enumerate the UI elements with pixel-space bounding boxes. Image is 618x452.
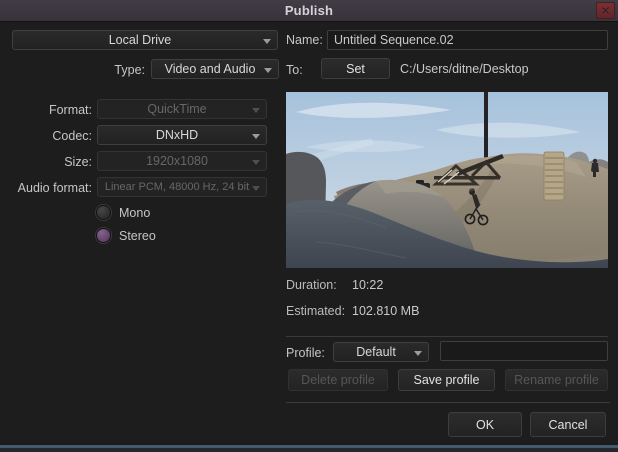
codec-value: DNxHD bbox=[98, 128, 266, 142]
codec-label: Codec: bbox=[10, 129, 92, 143]
radio-stereo[interactable]: Stereo bbox=[96, 228, 156, 243]
title-bar[interactable]: Publish ✕ bbox=[0, 0, 618, 22]
type-dropdown[interactable]: Video and Audio bbox=[151, 59, 279, 79]
close-icon[interactable]: ✕ bbox=[596, 2, 615, 19]
profile-section-divider bbox=[286, 336, 608, 337]
ok-button[interactable]: OK bbox=[448, 412, 522, 437]
destination-path: C:/Users/ditne/Desktop bbox=[400, 62, 529, 76]
background-window-surface bbox=[0, 448, 618, 452]
destination-value: Local Drive bbox=[13, 33, 277, 47]
to-label: To: bbox=[286, 63, 303, 77]
format-value: QuickTime bbox=[98, 102, 266, 116]
chevron-down-icon bbox=[252, 186, 260, 191]
type-value: Video and Audio bbox=[152, 62, 278, 76]
audio-format-value: Linear PCM, 48000 Hz, 24 bit bbox=[98, 181, 266, 193]
radio-button-icon bbox=[96, 228, 111, 243]
type-label: Type: bbox=[75, 63, 145, 77]
size-dropdown: 1920x1080 bbox=[97, 151, 267, 171]
audio-format-label: Audio format: bbox=[0, 181, 92, 195]
audio-format-dropdown: Linear PCM, 48000 Hz, 24 bit bbox=[97, 177, 267, 197]
chevron-down-icon bbox=[252, 160, 260, 165]
radio-mono[interactable]: Mono bbox=[96, 205, 150, 220]
name-label: Name: bbox=[286, 33, 323, 47]
save-profile-button[interactable]: Save profile bbox=[398, 369, 495, 391]
publish-dialog: Publish ✕ Local Drive Name: Type: Video … bbox=[0, 0, 618, 452]
set-button[interactable]: Set bbox=[321, 58, 390, 79]
delete-profile-button: Delete profile bbox=[288, 369, 388, 391]
chevron-down-icon bbox=[264, 68, 272, 73]
dialog-title: Publish bbox=[285, 3, 333, 18]
codec-dropdown[interactable]: DNxHD bbox=[97, 125, 267, 145]
rename-profile-button: Rename profile bbox=[505, 369, 608, 391]
name-input[interactable] bbox=[327, 30, 608, 50]
cancel-button[interactable]: Cancel bbox=[530, 412, 606, 437]
duration-value: 10:22 bbox=[352, 278, 383, 292]
profile-name-input[interactable] bbox=[440, 341, 608, 361]
estimated-value: 102.810 MB bbox=[352, 304, 419, 318]
radio-button-icon bbox=[96, 205, 111, 220]
size-label: Size: bbox=[10, 155, 92, 169]
mono-label: Mono bbox=[119, 206, 150, 220]
background-window-edge bbox=[0, 443, 618, 452]
format-label: Format: bbox=[10, 103, 92, 117]
video-preview bbox=[286, 92, 608, 268]
duration-label: Duration: bbox=[286, 278, 337, 292]
preview-image bbox=[286, 92, 608, 268]
chevron-down-icon bbox=[263, 39, 271, 44]
format-dropdown: QuickTime bbox=[97, 99, 267, 119]
destination-dropdown[interactable]: Local Drive bbox=[12, 30, 278, 50]
profile-label: Profile: bbox=[286, 346, 325, 360]
stereo-label: Stereo bbox=[119, 229, 156, 243]
chevron-down-icon bbox=[252, 134, 260, 139]
chevron-down-icon bbox=[252, 108, 260, 113]
size-value: 1920x1080 bbox=[98, 154, 266, 168]
actions-divider bbox=[286, 402, 610, 403]
chevron-down-icon bbox=[414, 351, 422, 356]
profile-dropdown[interactable]: Default bbox=[333, 342, 429, 362]
estimated-label: Estimated: bbox=[286, 304, 345, 318]
